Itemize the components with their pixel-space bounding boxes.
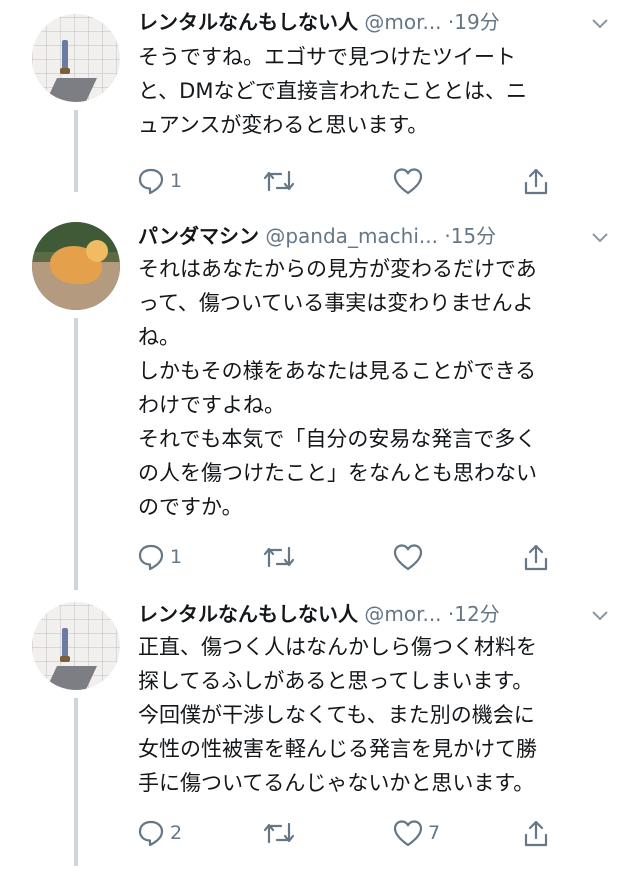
avatar-shadow (43, 78, 97, 102)
user-handle[interactable]: @mor... (364, 602, 441, 626)
tweet-header: レンタルなんもしない人 @mor... ·19分 (138, 6, 500, 36)
user-handle[interactable]: @panda_machi... (265, 224, 438, 248)
chevron-down-icon[interactable] (590, 605, 610, 625)
reply-icon (136, 166, 166, 196)
display-name[interactable]: レンタルなんもしない人 (138, 10, 358, 34)
chevron-down-icon[interactable] (590, 13, 610, 33)
retweet-icon (261, 166, 297, 196)
reply-icon (136, 818, 166, 848)
heart-icon (392, 542, 424, 572)
timestamp[interactable]: 12分 (454, 602, 499, 626)
display-name[interactable]: パンダマシン (138, 224, 259, 248)
avatar[interactable] (32, 222, 120, 310)
thread-line (74, 318, 78, 590)
share-icon (521, 166, 551, 196)
retweet-button[interactable] (261, 816, 297, 850)
reply-count: 1 (170, 546, 183, 568)
chevron-down-icon[interactable] (590, 227, 610, 247)
like-button[interactable] (392, 540, 428, 574)
tweet-text: それはあなたからの見方が変わるだけであ って、傷ついている事実は変わりませんよ … (138, 257, 537, 519)
user-handle[interactable]: @mor... (364, 10, 441, 34)
heart-icon (392, 166, 424, 196)
tweet-text: そうですね。エゴサで見つけたツイート と、DMなどで直接言われたこととは、ニ ュ… (138, 45, 527, 137)
reply-count: 1 (170, 170, 183, 192)
tweet-header: レンタルなんもしない人 @mor... ·12分 (138, 598, 500, 628)
share-button[interactable] (521, 164, 551, 198)
retweet-icon (261, 818, 297, 848)
share-icon (521, 818, 551, 848)
tweet-text: 正直、傷つく人はなんかしら傷つく材料を 探してるふしがあると思ってしまいます。 … (138, 635, 537, 795)
timestamp[interactable]: 19分 (454, 10, 499, 34)
avatar[interactable] (32, 14, 120, 102)
avatar[interactable] (32, 602, 120, 690)
heart-icon (392, 818, 424, 848)
tweet-header: パンダマシン @panda_machi... ·15分 (138, 220, 496, 250)
action-bar: 2 7 (136, 816, 616, 850)
action-bar: 1 (136, 540, 616, 574)
share-button[interactable] (521, 816, 551, 850)
retweet-icon (261, 542, 297, 572)
reply-count: 2 (170, 822, 183, 844)
like-button[interactable]: 7 (392, 816, 440, 850)
avatar-shadow (43, 666, 97, 690)
avatar-figure (62, 40, 68, 70)
reply-button[interactable]: 1 (136, 540, 182, 574)
share-button[interactable] (521, 540, 551, 574)
retweet-button[interactable] (261, 164, 297, 198)
share-icon (521, 542, 551, 572)
timestamp[interactable]: 15分 (451, 224, 496, 248)
reply-button[interactable]: 1 (136, 164, 182, 198)
reply-icon (136, 542, 166, 572)
like-count: 7 (428, 822, 441, 844)
avatar-figure (62, 628, 68, 658)
like-button[interactable] (392, 164, 428, 198)
avatar-figure-feet (60, 68, 70, 74)
thread-line (74, 110, 78, 192)
action-bar: 1 (136, 164, 616, 198)
thread-line (74, 698, 78, 866)
avatar-cat-head (86, 240, 108, 262)
avatar-figure-feet (60, 656, 70, 662)
reply-button[interactable]: 2 (136, 816, 182, 850)
retweet-button[interactable] (261, 540, 297, 574)
display-name[interactable]: レンタルなんもしない人 (138, 602, 358, 626)
